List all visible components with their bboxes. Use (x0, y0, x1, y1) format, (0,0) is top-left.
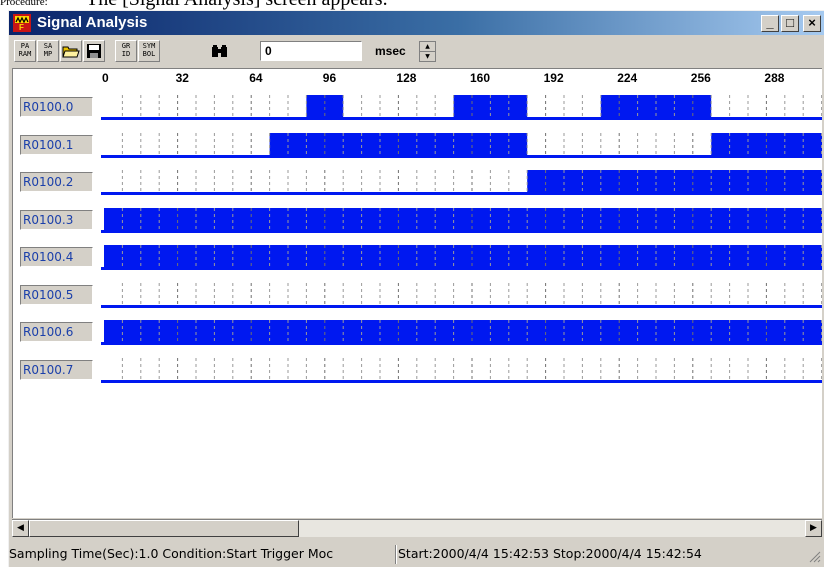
ruler-tick-label: 160 (470, 71, 491, 85)
signal-waveform (101, 282, 822, 308)
ruler-tick-label: 192 (543, 71, 564, 85)
signal-baseline (101, 117, 822, 120)
grid-button[interactable]: GR ID (115, 40, 137, 62)
window-title: Signal Analysis (37, 14, 148, 31)
floppy-disk-icon (87, 44, 101, 58)
svg-text:F: F (19, 23, 24, 32)
horizontal-scrollbar[interactable]: ◀ ▶ (12, 519, 822, 537)
scrollbar-thumb[interactable] (29, 520, 299, 537)
time-unit-label: msec (375, 44, 406, 58)
signal-waveform (101, 95, 822, 120)
ruler-tick-label: 256 (690, 71, 711, 85)
signal-label[interactable]: R0100.4 (20, 247, 93, 267)
time-ruler: 0 32 64 96 128 160 192 224 256 288 (13, 69, 822, 89)
app-icon: F (13, 14, 31, 32)
signal-waveform (101, 207, 822, 233)
save-button[interactable] (83, 40, 105, 62)
signal-high-pulse (104, 320, 822, 345)
time-spinner[interactable]: ▲ ▼ (419, 41, 436, 62)
resize-grip-icon[interactable] (809, 551, 821, 563)
maximize-button[interactable]: □ (781, 15, 799, 32)
time-position-input[interactable]: 0 (260, 41, 362, 61)
document-caption: The [Signal Analysis] screen appears. (86, 0, 388, 9)
spin-up-arrow-icon[interactable]: ▲ (420, 42, 435, 52)
status-divider (395, 545, 397, 564)
sample-button-label: SA MP (43, 42, 53, 58)
open-folder-button[interactable] (60, 40, 82, 62)
search-button[interactable] (209, 40, 231, 62)
signal-plot-area[interactable]: 0 32 64 96 128 160 192 224 256 288 R0100.0 R0100.1… (12, 68, 822, 518)
signal-label[interactable]: R0100.0 (20, 97, 93, 117)
param-button[interactable]: PA RAM (14, 40, 36, 62)
signal-baseline (101, 304, 822, 308)
signal-baseline (101, 229, 822, 233)
scroll-right-icon[interactable]: ▶ (805, 520, 822, 537)
status-time-range: Start:2000/4/4 15:42:53 Stop:2000/4/4 15… (398, 546, 702, 561)
signal-baseline (101, 192, 822, 195)
signal-high-pulse (104, 207, 822, 233)
ruler-tick-label: 96 (322, 71, 337, 85)
signal-label[interactable]: R0100.5 (20, 284, 93, 305)
ruler-tick-label: 128 (396, 71, 417, 85)
signal-waveform (101, 245, 822, 270)
signal-baseline (101, 267, 822, 270)
symbol-button[interactable]: SYM BOL (138, 40, 160, 62)
ruler-tick-label: 64 (249, 71, 263, 85)
signal-high-pulse (104, 245, 822, 270)
title-bar[interactable]: F Signal Analysis _ □ × (9, 11, 824, 35)
signal-label[interactable]: R0100.7 (20, 359, 93, 380)
binoculars-icon (212, 45, 227, 57)
param-button-label: PA RAM (18, 42, 32, 58)
signal-baseline (101, 379, 822, 383)
signal-waveform (101, 132, 822, 158)
signal-label[interactable]: R0100.6 (20, 322, 93, 342)
signal-baseline (101, 342, 822, 345)
signal-analysis-window: F Signal Analysis _ □ × PA RAM SA MP GR … (8, 10, 824, 567)
grid-button-label: GR ID (121, 42, 131, 58)
status-sampling-info: Sampling Time(Sec):1.0 Condition:Start T… (9, 546, 334, 561)
ruler-tick-label: 288 (764, 71, 785, 85)
signal-waveform (101, 357, 822, 383)
signal-waveform (101, 170, 822, 195)
symbol-button-label: SYM BOL (142, 42, 156, 58)
close-button[interactable]: × (803, 15, 821, 32)
signal-label[interactable]: R0100.2 (20, 172, 93, 192)
sample-button[interactable]: SA MP (37, 40, 59, 62)
scroll-left-icon[interactable]: ◀ (12, 520, 29, 537)
document-overlay-text: Procedure: (0, 0, 48, 8)
signal-waveform (101, 320, 822, 345)
toolbar: PA RAM SA MP GR ID SYM BOL 0 msec ▲ ▼ (9, 36, 824, 66)
minimize-button[interactable]: _ (761, 15, 779, 32)
signal-label[interactable]: R0100.1 (20, 134, 93, 155)
ruler-tick-label: 224 (617, 71, 638, 85)
ruler-tick-label: 0 (102, 71, 109, 85)
ruler-tick-label: 32 (175, 71, 189, 85)
signal-baseline (101, 154, 822, 158)
spin-down-arrow-icon[interactable]: ▼ (420, 52, 435, 61)
open-folder-icon (62, 46, 80, 58)
status-bar: Sampling Time(Sec):1.0 Condition:Start T… (9, 539, 824, 568)
signal-label[interactable]: R0100.3 (20, 209, 93, 230)
